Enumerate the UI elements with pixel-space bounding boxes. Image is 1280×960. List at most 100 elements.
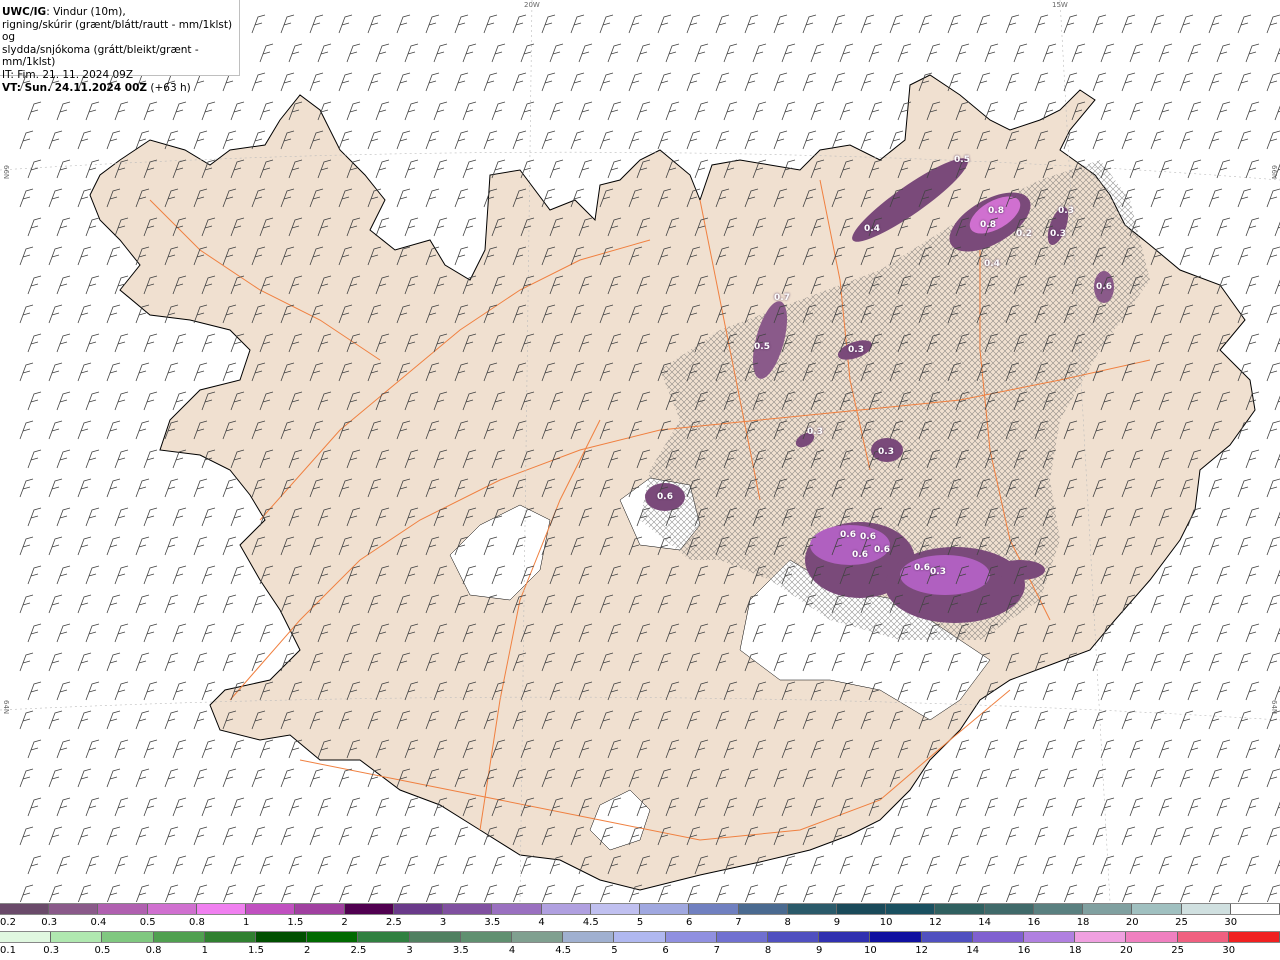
wind-barb [164, 536, 179, 556]
wind-barb [367, 130, 382, 150]
wind-barb [367, 884, 382, 902]
wind-barb [1013, 43, 1028, 63]
wind-barb [1042, 739, 1057, 759]
precip-value-label: 0.5 [754, 342, 770, 352]
lat-label-66n-left: 66N [2, 165, 10, 180]
colorbar-segment [196, 904, 247, 914]
wind-barb [1150, 14, 1165, 34]
wind-barb [27, 855, 42, 875]
wind-barb [164, 710, 179, 730]
colorbar-tick-label: 18 [1076, 917, 1090, 928]
wind-barb [1150, 130, 1165, 150]
precip-value-label: 0.4 [864, 224, 880, 234]
wind-barb [1237, 130, 1252, 150]
wind-barb [1237, 246, 1252, 266]
precip-value-label: 0.3 [930, 567, 946, 577]
wind-barb [570, 72, 585, 92]
wind-barb [346, 855, 361, 875]
wind-barb [1150, 768, 1165, 788]
wind-barb [628, 14, 643, 34]
wind-barb [926, 855, 941, 875]
wind-barb [781, 855, 796, 875]
wind-barb [143, 507, 158, 527]
wind-barb [346, 43, 361, 63]
precip-value-label: 0.2 [1016, 229, 1032, 239]
wind-barb [135, 362, 150, 382]
wind-barb [1208, 14, 1223, 34]
wind-barb [1092, 130, 1107, 150]
colorbar-tick-label: 1 [201, 945, 208, 956]
wind-barb [56, 507, 71, 527]
colorbar-segment [1230, 904, 1280, 914]
wind-barb [222, 130, 237, 150]
wind-barb [193, 652, 208, 672]
wind-barb [114, 565, 129, 585]
wind-barb [1121, 826, 1136, 846]
wind-barb [251, 72, 266, 92]
wind-barb [665, 43, 680, 63]
wind-barb [723, 43, 738, 63]
wind-barb [1216, 43, 1231, 63]
wind-barb [1245, 797, 1260, 817]
precip-value-label: 0.3 [1058, 206, 1074, 216]
wind-barb [19, 884, 34, 902]
wind-barb [1208, 652, 1223, 672]
colorbar-tick-label: 1.5 [248, 945, 264, 956]
wind-barb [27, 159, 42, 179]
wind-barb [56, 855, 71, 875]
wind-barb [193, 362, 208, 382]
precip-value-label: 0.8 [988, 206, 1004, 216]
title-line1: : Vindur (10m), [46, 6, 126, 18]
wind-barb [1179, 826, 1194, 846]
wind-barb [425, 826, 440, 846]
colorbar-tick-label: 0.3 [43, 945, 60, 956]
colorbar-tick-label: 25 [1175, 917, 1188, 928]
wind-barb [135, 478, 150, 498]
wind-barb [338, 130, 353, 150]
wind-barb [744, 884, 759, 902]
wind-barb [541, 14, 556, 34]
colorbar-segment [1228, 932, 1280, 942]
lon-label-20w: 20W [524, 1, 540, 9]
wind-barb [19, 826, 34, 846]
wind-barb [404, 43, 419, 63]
colorbar-segment [1126, 932, 1178, 942]
wind-barb [27, 449, 42, 469]
wind-barb [947, 14, 962, 34]
wind-barb [193, 884, 208, 902]
wind-barb [77, 130, 92, 150]
wind-barb [106, 594, 121, 614]
wind-barb [222, 652, 237, 672]
wind-barb [280, 72, 295, 92]
wind-barb [947, 768, 962, 788]
wind-barb [1063, 72, 1078, 92]
wind-barb [404, 797, 419, 817]
wind-barb [1158, 159, 1173, 179]
precip-value-label: 0.3 [1050, 229, 1066, 239]
wind-barb [1179, 710, 1194, 730]
lat-label-64n-right: 64N [1270, 700, 1278, 715]
colorbar-tick-label: 8 [784, 917, 791, 928]
wind-barb [744, 72, 759, 92]
colorbar-tick-label: 4.5 [582, 917, 599, 928]
wind-barb [831, 72, 846, 92]
wind-barb [106, 536, 121, 556]
colorbar-tick-label: 10 [879, 917, 893, 928]
wind-barb [1274, 221, 1280, 237]
wind-barb [454, 826, 469, 846]
colorbar-tick-label: 0.5 [94, 945, 111, 956]
wind-barb [1274, 105, 1280, 121]
wind-barb [230, 739, 245, 759]
wind-barb [686, 14, 701, 34]
precip-value-label: 0.6 [840, 530, 856, 540]
wind-barb [48, 188, 63, 208]
wind-barb [396, 826, 411, 846]
wind-barb [1042, 43, 1057, 63]
wind-barb [1158, 43, 1173, 63]
wind-barb [77, 304, 92, 324]
wind-barb [309, 14, 324, 34]
colorbar-tick-label: 4 [538, 917, 545, 928]
colorbar-tick-label: 3.5 [452, 945, 469, 956]
wind-barb [77, 246, 92, 266]
wind-barb [976, 14, 991, 34]
